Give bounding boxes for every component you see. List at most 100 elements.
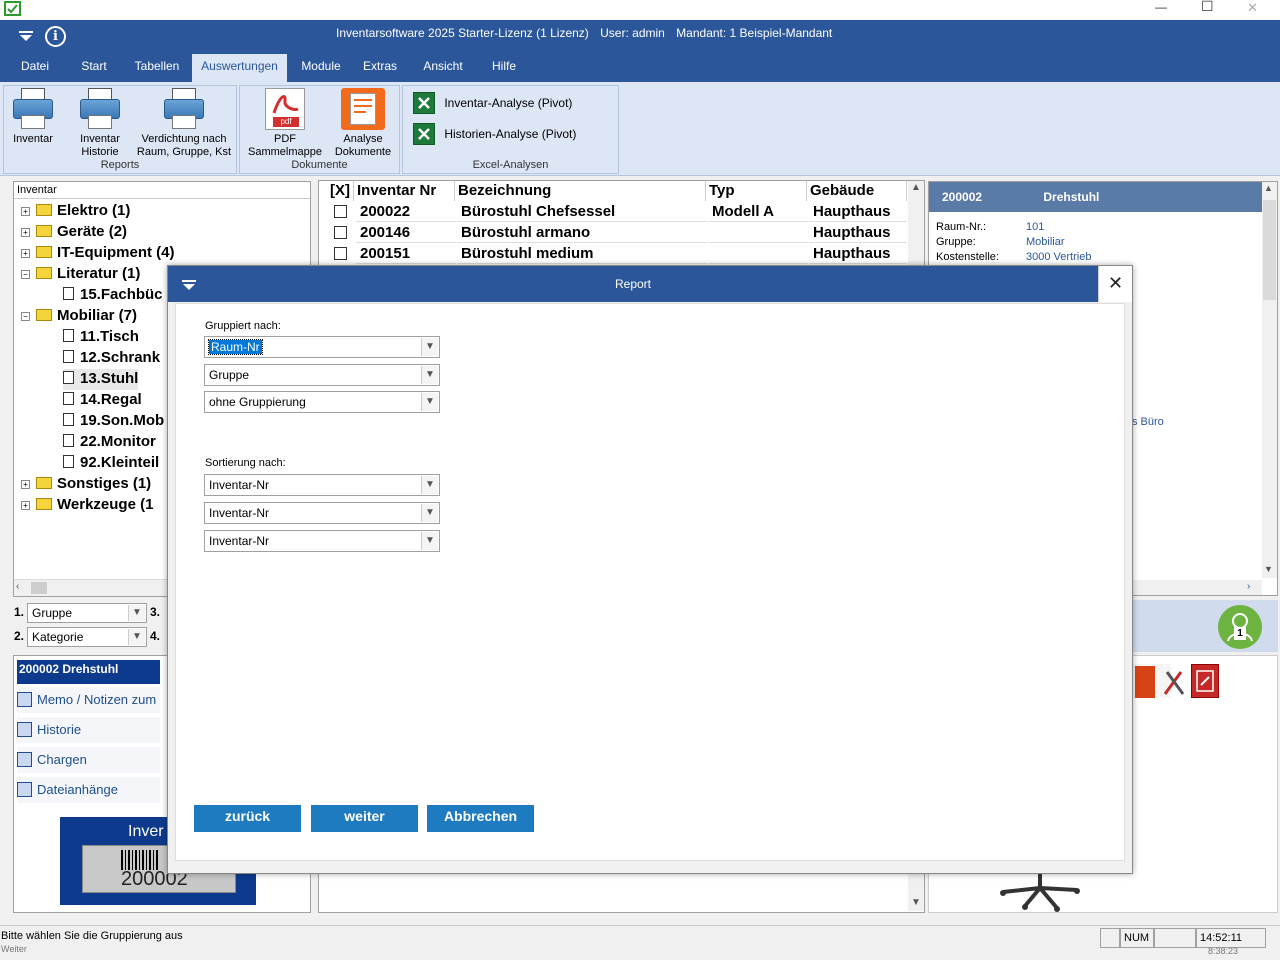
- grid-header-bezeichnung[interactable]: Bezeichnung: [455, 181, 706, 201]
- row-checkbox[interactable]: [334, 247, 347, 260]
- tab-extras[interactable]: Extras: [358, 54, 402, 82]
- folder-icon: [36, 498, 52, 510]
- tab-ansicht[interactable]: Ansicht: [416, 54, 470, 82]
- tab-tabellen[interactable]: Tabellen: [128, 54, 186, 82]
- analyse-dokumente-label-2: Dokumente: [334, 146, 392, 158]
- grid-cell-inventar-nr[interactable]: 200151: [356, 243, 456, 264]
- group-by-select-3[interactable]: ohne Gruppierung ▼: [204, 391, 440, 413]
- grid-cell-gebaeude[interactable]: Haupthaus: [809, 222, 907, 243]
- tree-item-mobiliar[interactable]: − Mobiliar (7): [21, 306, 137, 327]
- grid-cell-inventar-nr[interactable]: 200146: [356, 222, 456, 243]
- tree-item-sonstiges[interactable]: + Sonstiges (1): [21, 474, 151, 495]
- grid-cell-typ[interactable]: [708, 222, 808, 243]
- side-item-memo[interactable]: Memo / Notizen zum: [17, 687, 160, 713]
- tree-item-elektro[interactable]: + Elektro (1): [21, 201, 130, 222]
- grid-cell-gebaeude[interactable]: Haupthaus: [809, 201, 907, 222]
- expand-icon[interactable]: +: [21, 207, 30, 216]
- grid-cell-typ[interactable]: [708, 243, 808, 264]
- powerpoint-icon[interactable]: [1135, 666, 1155, 698]
- scroll-up-icon[interactable]: ▲: [1264, 183, 1273, 193]
- scroll-down-icon[interactable]: ▼: [911, 897, 921, 908]
- tab-auswertungen[interactable]: Auswertungen: [192, 54, 287, 82]
- tree-item-tisch[interactable]: 11.Tisch: [63, 327, 139, 348]
- group-level-1-select[interactable]: Gruppe ▼: [27, 603, 147, 623]
- expand-icon[interactable]: +: [21, 228, 30, 237]
- report-verdichtung-button[interactable]: Verdichtung nach Raum, Gruppe, Kst: [132, 88, 236, 159]
- grid-header-inventar-nr[interactable]: Inventar Nr: [354, 181, 455, 201]
- expand-icon[interactable]: +: [21, 249, 30, 258]
- app-title: Inventarsoftware 2025 Starter-Lizenz (1 …: [336, 26, 589, 40]
- grid-cell-bezeichnung[interactable]: Bürostuhl medium: [457, 243, 707, 264]
- row-checkbox[interactable]: [334, 205, 347, 218]
- tab-datei[interactable]: Datei: [12, 54, 58, 82]
- tab-start[interactable]: Start: [72, 54, 116, 82]
- tree-item-geraete[interactable]: + Geräte (2): [21, 222, 127, 243]
- chevron-down-icon: ▼: [421, 532, 438, 550]
- next-button[interactable]: weiter: [311, 805, 418, 832]
- chevron-down-icon: ▼: [421, 504, 438, 522]
- dialog-close-icon[interactable]: ✕: [1098, 266, 1132, 302]
- tree-item-it-equipment[interactable]: + IT-Equipment (4): [21, 243, 175, 264]
- scroll-down-icon[interactable]: ▼: [1264, 564, 1273, 574]
- back-button[interactable]: zurück: [194, 805, 301, 832]
- side-item-dateianhaenge[interactable]: Dateianhänge: [17, 777, 160, 803]
- sort-by-select-1[interactable]: Inventar-Nr ▼: [204, 474, 440, 496]
- pdf-edit-icon[interactable]: [1191, 664, 1219, 698]
- tree-item-kleinteile[interactable]: 92.Kleinteil: [63, 453, 159, 474]
- group-by-select-2[interactable]: Gruppe ▼: [204, 364, 440, 386]
- maximize-button[interactable]: ☐: [1201, 0, 1221, 15]
- analyse-dokumente-button[interactable]: Analyse Dokumente: [330, 88, 396, 159]
- expand-icon[interactable]: +: [21, 480, 30, 489]
- folder-icon: [36, 225, 52, 237]
- info-icon[interactable]: i: [45, 26, 66, 47]
- minimize-button[interactable]: —: [1155, 0, 1175, 14]
- status-cell-time: 14:52:11: [1196, 928, 1266, 948]
- side-item-chargen[interactable]: Chargen: [17, 747, 160, 773]
- tree-item-regal[interactable]: 14.Regal: [63, 390, 142, 411]
- tab-hilfe[interactable]: Hilfe: [484, 54, 524, 82]
- grid-header-typ[interactable]: Typ: [706, 181, 807, 201]
- grid-cell-typ[interactable]: Modell A: [708, 201, 808, 222]
- report-inventar-button[interactable]: Inventar: [6, 88, 60, 146]
- tab-module[interactable]: Module: [294, 54, 348, 82]
- inventar-analyse-button[interactable]: Inventar-Analyse (Pivot): [413, 92, 572, 114]
- tree-item-werkzeuge[interactable]: + Werkzeuge (1: [21, 495, 153, 516]
- grid-header-select[interactable]: [X]: [327, 181, 354, 201]
- sort-by-select-3[interactable]: Inventar-Nr ▼: [204, 530, 440, 552]
- user-check-icon[interactable]: 1: [1218, 605, 1262, 649]
- window-title: Inventarsoftware 2025 Starter-Lizenz (1 …: [336, 26, 832, 40]
- scroll-up-icon[interactable]: ▲: [911, 182, 921, 193]
- quick-access-dropdown-icon[interactable]: [18, 30, 34, 41]
- grid-cell-bezeichnung[interactable]: Bürostuhl Chefsessel: [457, 201, 707, 222]
- expand-icon[interactable]: +: [21, 501, 30, 510]
- report-historie-button[interactable]: Inventar Historie: [70, 88, 130, 159]
- collapse-icon[interactable]: −: [21, 312, 30, 321]
- side-item-historie[interactable]: Historie: [17, 717, 160, 743]
- scroll-right-icon[interactable]: ›: [1247, 581, 1250, 592]
- attachment-icon: [17, 782, 32, 797]
- grid-cell-bezeichnung[interactable]: Bürostuhl armano: [457, 222, 707, 243]
- scroll-thumb[interactable]: [31, 582, 47, 594]
- collapse-icon[interactable]: −: [21, 270, 30, 279]
- scroll-left-icon[interactable]: ‹: [16, 581, 19, 592]
- close-window-button[interactable]: ✕: [1247, 0, 1267, 16]
- cancel-button[interactable]: Abbrechen: [427, 805, 534, 832]
- tree-item-schrank[interactable]: 12.Schrank: [63, 348, 160, 369]
- group-by-select-1[interactable]: Raum-Nr ▼: [204, 336, 440, 358]
- sort-by-select-2[interactable]: Inventar-Nr ▼: [204, 502, 440, 524]
- tree-item-stuhl[interactable]: 13.Stuhl: [63, 369, 139, 390]
- group-level-2-select[interactable]: Kategorie ▼: [27, 627, 147, 647]
- tree-item-monitor[interactable]: 22.Monitor: [63, 432, 156, 453]
- pdf-sammelmappe-button[interactable]: pdf PDF Sammelmappe: [246, 88, 324, 159]
- tree-item-son-mob[interactable]: 19.Son.Mob: [63, 411, 164, 432]
- grid-cell-inventar-nr[interactable]: 200022: [356, 201, 456, 222]
- historien-analyse-button[interactable]: Historien-Analyse (Pivot): [413, 123, 576, 145]
- row-checkbox[interactable]: [334, 226, 347, 239]
- scroll-thumb[interactable]: [1263, 200, 1276, 300]
- grid-cell-gebaeude[interactable]: Haupthaus: [809, 243, 907, 264]
- tools-icon[interactable]: [1161, 666, 1187, 698]
- grid-header-gebaeude[interactable]: Gebäude: [807, 181, 907, 201]
- tree-item-fachbuecher[interactable]: 15.Fachbüc: [63, 285, 163, 306]
- tree-item-literatur[interactable]: − Literatur (1): [21, 264, 140, 285]
- detail-vertical-scrollbar[interactable]: ▲ ▼: [1262, 182, 1277, 578]
